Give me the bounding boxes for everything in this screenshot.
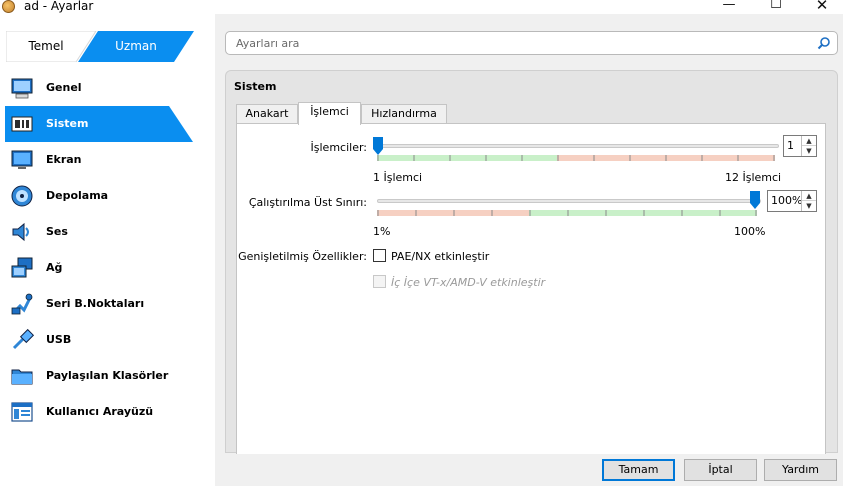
processor-tab-content: İşlemciler: 1 ▲ ▼ 1 İşlemci 12 İşlemci Ç… [236,123,826,454]
sidebar-item-network[interactable]: Ağ [0,250,215,286]
extended-features-label: Genişletilmiş Özellikler: [238,250,367,263]
help-button[interactable]: Yardım [764,459,837,481]
shared-folders-icon [11,369,33,385]
sidebar-item-display[interactable]: Ekran [0,142,215,178]
sidebar-item-label: Genel [46,81,82,94]
nested-vtx-checkbox [373,275,386,288]
sidebar-item-label: Sistem [46,117,89,130]
search-icon[interactable] [817,36,831,50]
settings-search [225,31,838,55]
settings-panel: Sistem Anakart İşlemci Hızlandırma İşlem… [225,70,838,454]
execution-cap-spin-arrows: ▲ ▼ [801,191,816,211]
tab-motherboard[interactable]: Anakart [236,104,298,124]
ok-button[interactable]: Tamam [602,459,675,481]
sidebar-item-label: Kullanıcı Arayüzü [46,405,154,418]
sidebar-item-label: Ağ [46,261,63,274]
processors-slider-track[interactable] [377,144,779,148]
pae-nx-checkbox[interactable] [373,249,386,262]
sidebar-item-label: USB [46,333,72,346]
nested-vtx-label: İç İçe VT-x/AMD-V etkinleştir [391,276,546,289]
processors-value: 1 [787,139,794,152]
sidebar: Temel Uzman Genel Sistem Ekran Depolama … [0,14,215,486]
sidebar-item-serial-ports[interactable]: Seri B.Noktaları [0,286,215,322]
title-bar: ad - Ayarlar — ☐ ✕ [0,0,843,14]
user-interface-icon [11,402,33,422]
sidebar-item-label: Paylaşılan Klasörler [46,369,169,382]
usb-icon [12,328,34,350]
sidebar-item-shared-folders[interactable]: Paylaşılan Klasörler [0,358,215,394]
sidebar-item-label: Ekran [46,153,82,166]
spin-up-icon[interactable]: ▲ [802,136,816,146]
processors-max-label: 12 İşlemci [725,171,782,184]
sidebar-item-label: Seri B.Noktaları [46,297,145,310]
close-button[interactable]: ✕ [799,0,843,14]
execution-cap-scale [377,210,757,216]
tab-acceleration[interactable]: Hızlandırma [361,104,447,124]
processors-min-label: 1 İşlemci [373,171,423,184]
maximize-button[interactable]: ☐ [753,0,799,14]
cancel-button[interactable]: İptal [684,459,757,481]
execution-cap-slider-handle[interactable] [750,191,760,209]
system-icon [11,116,33,132]
execution-cap-spinbox[interactable]: 100% ▲ ▼ [767,190,817,212]
execution-cap-slider-track[interactable] [377,199,761,203]
processors-label: İşlemciler: [310,141,367,154]
general-icon [11,78,33,99]
execution-cap-min-label: 1% [373,225,391,238]
sidebar-item-audio[interactable]: Ses [0,214,215,250]
sidebar-item-label: Ses [46,225,68,238]
storage-icon [11,185,33,207]
processors-slider-handle[interactable] [373,137,383,155]
execution-cap-value: 100% [771,194,803,207]
sidebar-item-storage[interactable]: Depolama [0,178,215,214]
search-input[interactable] [236,35,806,51]
settings-category-list: Genel Sistem Ekran Depolama Ses Ağ Seri … [0,70,215,430]
spin-down-icon[interactable]: ▼ [802,146,816,156]
sidebar-item-label: Depolama [46,189,109,202]
mode-switch: Temel Uzman [6,31,194,62]
processors-scale [377,155,775,161]
audio-icon [12,222,29,242]
mode-basic-button[interactable]: Temel [6,31,86,62]
minimize-button[interactable]: — [706,0,752,14]
sidebar-item-general[interactable]: Genel [0,70,215,106]
execution-cap-max-label: 100% [734,225,766,238]
network-icon [11,257,33,278]
spin-up-icon[interactable]: ▲ [802,191,816,201]
serial-ports-icon [11,293,33,315]
page-title: Sistem [234,80,277,93]
sidebar-item-system[interactable]: Sistem [0,106,215,142]
sidebar-item-usb[interactable]: USB [0,322,215,358]
mode-expert-button[interactable]: Uzman [86,31,186,62]
pae-nx-label[interactable]: PAE/NX etkinleştir [391,250,489,263]
processors-spin-arrows: ▲ ▼ [801,136,816,156]
window-title: ad - Ayarlar [24,0,94,13]
app-icon [2,0,15,13]
execution-cap-label: Çalıştırılma Üst Sınırı: [248,196,367,209]
spin-down-icon[interactable]: ▼ [802,201,816,211]
display-icon [11,150,33,169]
tab-processor[interactable]: İşlemci [298,102,361,125]
processors-spinbox[interactable]: 1 ▲ ▼ [783,135,817,157]
sidebar-item-user-interface[interactable]: Kullanıcı Arayüzü [0,394,215,430]
